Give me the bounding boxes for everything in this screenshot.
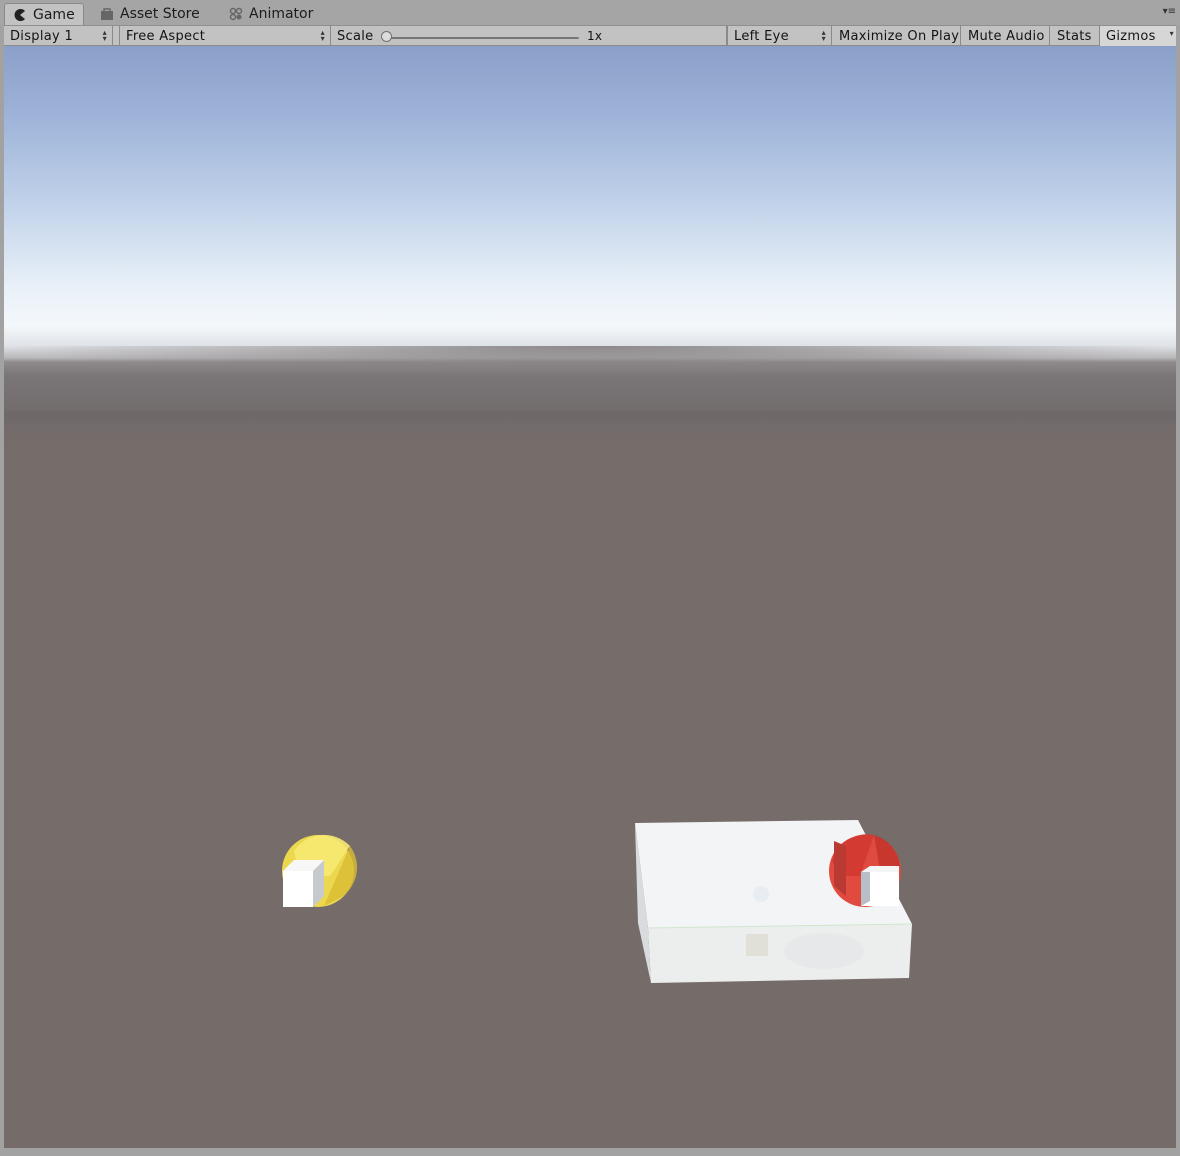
mute-audio-label: Mute Audio [968, 28, 1045, 44]
animator-icon [229, 7, 243, 21]
display-dropdown-label: Display 1 [10, 28, 74, 44]
updown-arrows-icon: ▴ ▾ [320, 28, 325, 43]
tab-asset-store[interactable]: Asset Store [92, 3, 217, 25]
gizmos-dropdown[interactable]: Gizmos ▾ [1100, 26, 1176, 46]
game-view-toolbar: Display 1 ▴ ▾ Free Aspect ▴ ▾ Scale 1x Lef… [4, 25, 1176, 46]
yellow-sphere-with-cube[interactable] [282, 834, 358, 907]
mute-audio-toggle[interactable]: Mute Audio [962, 26, 1050, 46]
maximize-on-play-label: Maximize On Play [839, 28, 960, 44]
tab-animator[interactable]: Animator [221, 3, 331, 25]
maximize-on-play-toggle[interactable]: Maximize On Play [833, 26, 961, 46]
dropdown-arrow-icon: ▾ [1169, 29, 1174, 38]
pacman-icon [14, 8, 25, 21]
stats-label: Stats [1057, 28, 1092, 44]
shopping-bag-icon [101, 8, 113, 20]
updown-arrows-icon: ▴ ▾ [102, 28, 107, 43]
scale-label: Scale [337, 28, 374, 44]
aspect-dropdown[interactable]: Free Aspect ▴ ▾ [119, 26, 331, 46]
gizmos-label: Gizmos [1106, 28, 1156, 44]
eye-dropdown[interactable]: Left Eye ▴ ▾ [727, 26, 832, 46]
panel-menu-icon[interactable]: ▾≡ [1163, 6, 1176, 17]
scale-slider-handle[interactable] [381, 31, 392, 42]
scale-value: 1x [587, 29, 603, 43]
display-dropdown[interactable]: Display 1 ▴ ▾ [4, 26, 113, 46]
tab-bar: Game Asset Store Animator ▾≡ [0, 0, 1180, 25]
tab-game[interactable]: Game [4, 3, 84, 25]
eye-dropdown-label: Left Eye [734, 28, 789, 44]
scale-slider-track[interactable] [388, 37, 579, 39]
red-sphere-with-cube[interactable] [829, 834, 901, 907]
stats-toggle[interactable]: Stats [1051, 26, 1100, 46]
tab-animator-label: Animator [249, 6, 314, 22]
updown-arrows-icon: ▴ ▾ [821, 28, 826, 43]
game-view-viewport[interactable] [4, 46, 1176, 1148]
tab-game-label: Game [33, 6, 75, 23]
scene-objects [282, 820, 913, 983]
tab-asset-store-label: Asset Store [120, 6, 200, 22]
aspect-dropdown-label: Free Aspect [126, 28, 206, 44]
